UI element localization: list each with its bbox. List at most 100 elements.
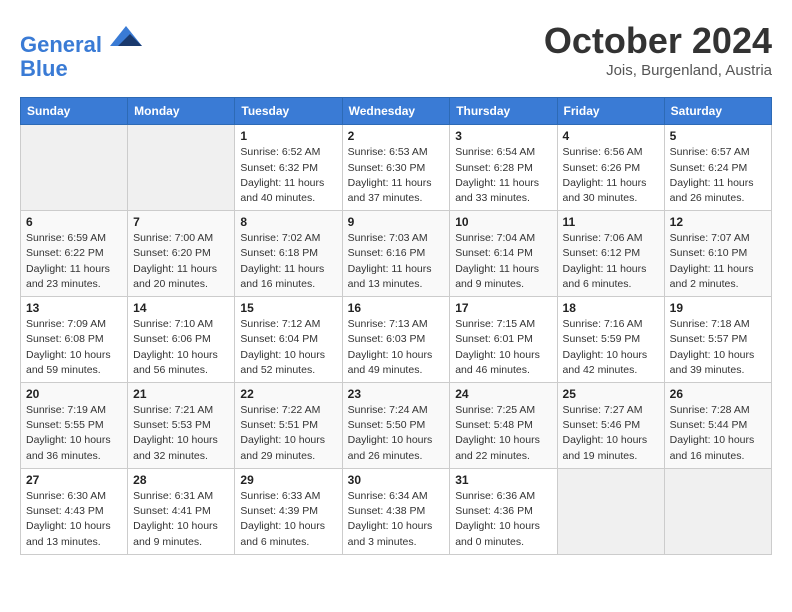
day-number: 23 [348,387,445,401]
day-info: Sunrise: 6:31 AM Sunset: 4:41 PM Dayligh… [133,489,229,550]
calendar-cell: 21Sunrise: 7:21 AM Sunset: 5:53 PM Dayli… [128,383,235,469]
calendar-body: 1 Sunrise: 6:52 AM Sunset: 6:32 PM Daylig… [21,125,772,554]
day-number: 7 [133,215,229,229]
day-info: Sunrise: 7:10 AM Sunset: 6:06 PM Dayligh… [133,317,229,378]
day-info: Sunrise: 7:18 AM Sunset: 5:57 PM Dayligh… [670,317,766,378]
day-info: Sunrise: 6:53 AM Sunset: 6:30 PM Dayligh… [348,145,445,206]
weekday-header-row: SundayMondayTuesdayWednesdayThursdayFrid… [21,98,772,125]
day-info: Sunrise: 6:30 AM Sunset: 4:43 PM Dayligh… [26,489,122,550]
calendar-cell: 22 Sunrise: 7:22 AM Sunset: 5:51 PM Dayli… [235,383,342,469]
calendar-cell: 9 Sunrise: 7:03 AM Sunset: 6:16 PM Daylig… [342,211,450,297]
logo-blue: Blue [20,56,68,81]
calendar-cell: 4 Sunrise: 6:56 AM Sunset: 6:26 PM Daylig… [557,125,664,211]
calendar-cell: 2 Sunrise: 6:53 AM Sunset: 6:30 PM Daylig… [342,125,450,211]
calendar-cell [128,125,235,211]
day-info: Sunrise: 7:12 AM Sunset: 6:04 PM Dayligh… [240,317,336,378]
calendar-cell: 13Sunrise: 7:09 AM Sunset: 6:08 PM Dayli… [21,297,128,383]
day-info: Sunrise: 7:25 AM Sunset: 5:48 PM Dayligh… [455,403,551,464]
logo-icon [110,20,142,52]
day-number: 9 [348,215,445,229]
day-number: 15 [240,301,336,315]
calendar-cell: 29 Sunrise: 6:33 AM Sunset: 4:39 PM Dayli… [235,468,342,554]
day-number: 20 [26,387,122,401]
day-info: Sunrise: 7:03 AM Sunset: 6:16 PM Dayligh… [348,231,445,292]
calendar-cell: 18Sunrise: 7:16 AM Sunset: 5:59 PM Dayli… [557,297,664,383]
day-number: 30 [348,473,445,487]
day-info: Sunrise: 6:52 AM Sunset: 6:32 PM Dayligh… [240,145,336,206]
day-info: Sunrise: 7:19 AM Sunset: 5:55 PM Dayligh… [26,403,122,464]
location-subtitle: Jois, Burgenland, Austria [544,62,772,79]
day-number: 28 [133,473,229,487]
day-info: Sunrise: 7:27 AM Sunset: 5:46 PM Dayligh… [563,403,659,464]
day-info: Sunrise: 6:59 AM Sunset: 6:22 PM Dayligh… [26,231,122,292]
day-number: 11 [563,215,659,229]
day-number: 26 [670,387,766,401]
calendar-cell: 17Sunrise: 7:15 AM Sunset: 6:01 PM Dayli… [450,297,557,383]
day-number: 10 [455,215,551,229]
day-number: 3 [455,129,551,143]
calendar-cell [21,125,128,211]
day-number: 8 [240,215,336,229]
day-number: 21 [133,387,229,401]
day-info: Sunrise: 7:28 AM Sunset: 5:44 PM Dayligh… [670,403,766,464]
weekday-header-friday: Friday [557,98,664,125]
week-row-4: 20 Sunrise: 7:19 AM Sunset: 5:55 PM Dayli… [21,383,772,469]
title-block: October 2024 Jois, Burgenland, Austria [544,20,772,79]
week-row-1: 1 Sunrise: 6:52 AM Sunset: 6:32 PM Daylig… [21,125,772,211]
weekday-header-wednesday: Wednesday [342,98,450,125]
weekday-header-monday: Monday [128,98,235,125]
calendar-cell: 1 Sunrise: 6:52 AM Sunset: 6:32 PM Daylig… [235,125,342,211]
calendar-cell: 31 Sunrise: 6:36 AM Sunset: 4:36 PM Dayli… [450,468,557,554]
calendar-cell: 8 Sunrise: 7:02 AM Sunset: 6:18 PM Daylig… [235,211,342,297]
day-info: Sunrise: 6:36 AM Sunset: 4:36 PM Dayligh… [455,489,551,550]
day-number: 22 [240,387,336,401]
day-info: Sunrise: 7:02 AM Sunset: 6:18 PM Dayligh… [240,231,336,292]
week-row-2: 6 Sunrise: 6:59 AM Sunset: 6:22 PM Daylig… [21,211,772,297]
day-info: Sunrise: 7:00 AM Sunset: 6:20 PM Dayligh… [133,231,229,292]
calendar-cell: 5 Sunrise: 6:57 AM Sunset: 6:24 PM Daylig… [664,125,771,211]
day-number: 16 [348,301,445,315]
day-number: 27 [26,473,122,487]
day-info: Sunrise: 7:07 AM Sunset: 6:10 PM Dayligh… [670,231,766,292]
day-number: 31 [455,473,551,487]
month-title: October 2024 [544,20,772,62]
day-info: Sunrise: 6:34 AM Sunset: 4:38 PM Dayligh… [348,489,445,550]
calendar-cell: 6 Sunrise: 6:59 AM Sunset: 6:22 PM Daylig… [21,211,128,297]
day-number: 12 [670,215,766,229]
day-info: Sunrise: 6:56 AM Sunset: 6:26 PM Dayligh… [563,145,659,206]
calendar-cell: 25 Sunrise: 7:27 AM Sunset: 5:46 PM Dayli… [557,383,664,469]
day-number: 6 [26,215,122,229]
calendar-cell: 23Sunrise: 7:24 AM Sunset: 5:50 PM Dayli… [342,383,450,469]
logo: General Blue [20,20,142,81]
week-row-3: 13Sunrise: 7:09 AM Sunset: 6:08 PM Dayli… [21,297,772,383]
day-info: Sunrise: 7:09 AM Sunset: 6:08 PM Dayligh… [26,317,122,378]
day-info: Sunrise: 6:33 AM Sunset: 4:39 PM Dayligh… [240,489,336,550]
calendar-cell: 24 Sunrise: 7:25 AM Sunset: 5:48 PM Dayli… [450,383,557,469]
weekday-header-thursday: Thursday [450,98,557,125]
day-info: Sunrise: 6:57 AM Sunset: 6:24 PM Dayligh… [670,145,766,206]
calendar-cell [557,468,664,554]
day-number: 29 [240,473,336,487]
calendar-cell: 20 Sunrise: 7:19 AM Sunset: 5:55 PM Dayli… [21,383,128,469]
day-number: 25 [563,387,659,401]
day-number: 14 [133,301,229,315]
day-number: 19 [670,301,766,315]
calendar-cell: 30 Sunrise: 6:34 AM Sunset: 4:38 PM Dayli… [342,468,450,554]
page-header: General Blue October 2024 Jois, Burgenla… [20,20,772,81]
day-info: Sunrise: 7:04 AM Sunset: 6:14 PM Dayligh… [455,231,551,292]
calendar-cell: 19 Sunrise: 7:18 AM Sunset: 5:57 PM Dayli… [664,297,771,383]
day-number: 5 [670,129,766,143]
calendar-cell: 11 Sunrise: 7:06 AM Sunset: 6:12 PM Dayli… [557,211,664,297]
calendar-cell: 3Sunrise: 6:54 AM Sunset: 6:28 PM Daylig… [450,125,557,211]
day-info: Sunrise: 7:15 AM Sunset: 6:01 PM Dayligh… [455,317,551,378]
day-number: 24 [455,387,551,401]
day-number: 1 [240,129,336,143]
weekday-header-tuesday: Tuesday [235,98,342,125]
day-number: 2 [348,129,445,143]
day-info: Sunrise: 7:22 AM Sunset: 5:51 PM Dayligh… [240,403,336,464]
calendar-header: SundayMondayTuesdayWednesdayThursdayFrid… [21,98,772,125]
day-info: Sunrise: 7:06 AM Sunset: 6:12 PM Dayligh… [563,231,659,292]
day-number: 4 [563,129,659,143]
calendar-cell: 7 Sunrise: 7:00 AM Sunset: 6:20 PM Daylig… [128,211,235,297]
calendar-cell: 15 Sunrise: 7:12 AM Sunset: 6:04 PM Dayli… [235,297,342,383]
